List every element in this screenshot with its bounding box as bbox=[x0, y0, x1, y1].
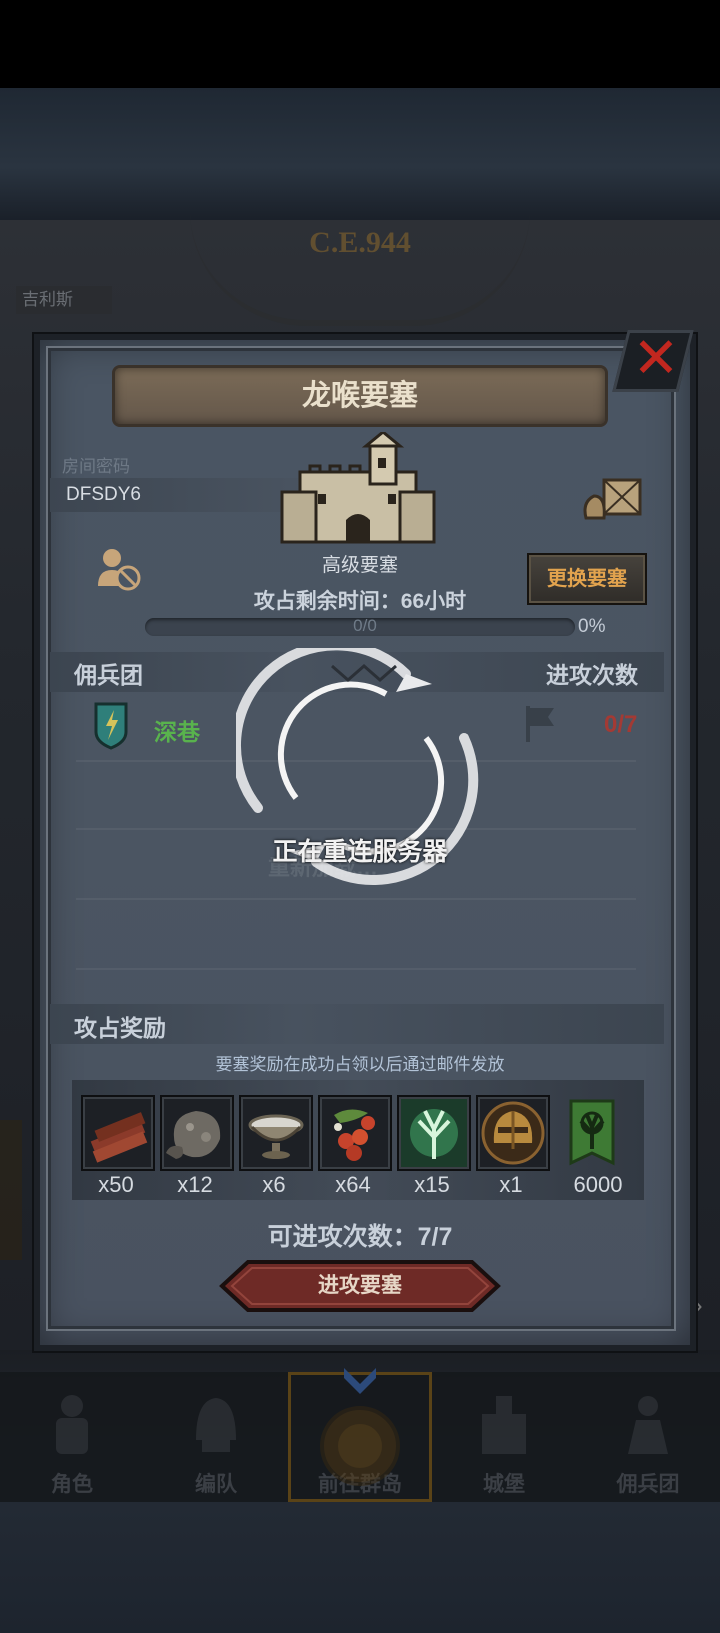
block-user-icon[interactable] bbox=[94, 546, 144, 592]
nav-item-character[interactable]: 角色 bbox=[0, 1372, 144, 1502]
reward-qty: x6 bbox=[262, 1172, 286, 1197]
nav-item-mercenary[interactable]: 佣兵团 bbox=[576, 1372, 720, 1502]
silver-bowl-icon bbox=[248, 1114, 304, 1159]
green-spirit-icon bbox=[401, 1099, 467, 1167]
castle-icon bbox=[482, 1396, 526, 1454]
nav-label: 城堡 bbox=[483, 1473, 525, 1496]
progress-count: 0/0 bbox=[353, 616, 377, 635]
location-label: 吉利斯 bbox=[16, 286, 112, 314]
reward-qty: x12 bbox=[177, 1172, 213, 1197]
dialog-title: 龙喉要塞 bbox=[301, 380, 418, 412]
nav-item-formation[interactable]: 编队 bbox=[144, 1372, 288, 1502]
status-bar bbox=[0, 0, 720, 88]
reward-title: 攻占奖励 bbox=[74, 1015, 166, 1041]
nav-label: 佣兵团 bbox=[616, 1473, 680, 1496]
guild-banner-icon bbox=[569, 1099, 615, 1166]
mercenary-name: 深巷 bbox=[154, 719, 200, 745]
room-password-value: DFSDY6 bbox=[66, 484, 141, 505]
attack-fortress-label[interactable]: 进攻要塞 bbox=[218, 1260, 502, 1312]
reward-slot-berries[interactable] bbox=[318, 1095, 392, 1171]
berries-icon bbox=[334, 1109, 375, 1161]
fortress-level: 高级要塞 bbox=[321, 555, 398, 576]
reward-slot-ore[interactable] bbox=[160, 1095, 234, 1171]
side-tab bbox=[0, 1120, 22, 1260]
nav-label: 角色 bbox=[51, 1473, 93, 1496]
row-divider bbox=[76, 968, 636, 970]
ore-chunk-icon bbox=[166, 1111, 221, 1159]
helmet-icon bbox=[196, 1398, 236, 1452]
knight-icon bbox=[56, 1395, 88, 1454]
island-compass-icon bbox=[320, 1406, 400, 1486]
progress-percent: 0% bbox=[578, 616, 606, 637]
chevron-down-icon bbox=[344, 1368, 376, 1394]
reward-slot-helmet[interactable] bbox=[476, 1095, 550, 1171]
wood-planks-icon bbox=[90, 1112, 148, 1163]
close-icon[interactable]: ✕ bbox=[628, 328, 684, 388]
reward-qty: x50 bbox=[98, 1172, 134, 1197]
reward-qty: x64 bbox=[335, 1172, 371, 1197]
remaining-time: 攻占剩余时间：66小时 bbox=[253, 590, 467, 613]
reward-slot-banner[interactable] bbox=[555, 1095, 629, 1171]
mercenary-header: 佣兵团 bbox=[74, 662, 143, 688]
reward-qty: 6000 bbox=[573, 1172, 623, 1197]
reconnect-message: 正在重连服务器 bbox=[272, 838, 448, 866]
side-arrow: › bbox=[694, 1290, 703, 1320]
reward-note: 要塞奖励在成功占领以后通过邮件发放 bbox=[215, 1055, 505, 1074]
reward-slot-wood[interactable] bbox=[81, 1095, 155, 1171]
era-label: C.E.944 bbox=[309, 226, 411, 259]
reward-slot-spirit[interactable] bbox=[397, 1095, 471, 1171]
fortress-icon bbox=[280, 432, 436, 544]
nav-item-castle[interactable]: 城堡 bbox=[432, 1372, 576, 1502]
background-top bbox=[0, 88, 720, 220]
mercenary-icon bbox=[628, 1396, 668, 1454]
reward-qty: x1 bbox=[499, 1172, 523, 1197]
available-attacks: 可进攻次数：7/7 bbox=[267, 1223, 453, 1251]
mercenary-attack-count: 0/7 bbox=[604, 711, 638, 738]
flag-icon bbox=[526, 706, 554, 742]
reward-slot-bowl[interactable] bbox=[239, 1095, 313, 1171]
room-password-label: 房间密码 bbox=[62, 457, 130, 476]
guild-shield-icon bbox=[94, 702, 128, 750]
row-divider bbox=[76, 898, 636, 900]
reward-qty: x15 bbox=[414, 1172, 450, 1197]
supplies-icon[interactable] bbox=[582, 474, 644, 522]
nav-label: 编队 bbox=[195, 1473, 237, 1496]
attack-count-header: 进攻次数 bbox=[546, 662, 638, 688]
golden-helmet-icon bbox=[481, 1101, 545, 1165]
change-fortress-label[interactable]: 更换要塞 bbox=[527, 553, 647, 605]
